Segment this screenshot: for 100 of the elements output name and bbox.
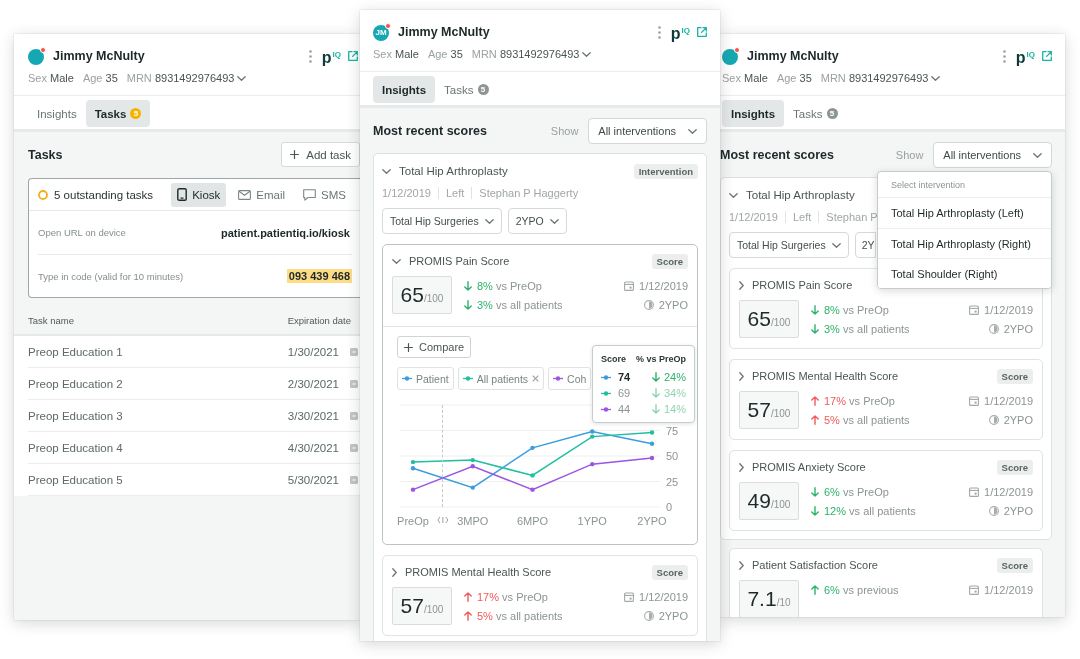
square-icon[interactable] [350,443,358,452]
chevron-down-icon[interactable] [237,75,247,81]
legend-chip[interactable]: Patient [397,367,454,390]
plus-icon [290,150,300,159]
table-cell: Preop Education 3 [28,409,123,422]
square-icon[interactable] [350,347,358,356]
chevron-down-icon[interactable] [729,192,738,198]
axis-label: 50 [666,450,679,462]
patient-name: Jimmy McNulty [747,49,839,63]
tab[interactable]: Insights [28,100,86,127]
menu-item[interactable]: Total Shoulder (Right) [878,258,1051,288]
logo: p$^{IQ}$ [1015,47,1035,66]
square-icon[interactable] [350,379,358,388]
chevron-right-icon[interactable] [739,280,744,290]
chevron-down-icon[interactable] [582,51,592,57]
intervention-select[interactable]: All interventions [588,118,707,144]
square-icon[interactable] [350,475,358,484]
chevron-down-icon[interactable] [392,258,401,264]
add-task-button[interactable]: Add task [281,142,360,167]
column-header: Expiration date [287,315,351,326]
compare-button[interactable]: Compare [397,336,472,358]
calendar-icon [624,592,635,602]
chevron-down-icon[interactable] [382,168,391,174]
column-header: Task name [28,315,74,326]
table-row[interactable]: Preop Education 2 2/30/2021 [14,368,360,400]
chevron-down-icon [831,242,841,248]
filter-select[interactable]: 2YPO [507,208,567,234]
patient-info: Sex Male [373,48,419,60]
score-title: PROMIS Mental Health Score [752,370,899,382]
more-options-icon[interactable] [308,49,312,63]
score-value: 65 [747,308,771,330]
patient-info: MRN 8931492976493 [471,48,580,60]
more-options-icon[interactable] [657,25,661,39]
external-link-icon[interactable] [1042,51,1052,61]
score-tag: Score [651,253,688,269]
chevron-right-icon[interactable] [739,462,744,472]
handle-icon[interactable] [437,516,449,524]
table-row[interactable]: Preop Education 4 4/30/2021 [14,432,360,464]
table-row[interactable]: Preop Education 1 1/30/2021 [14,336,360,368]
score-scale: /100 [423,293,444,304]
square-icon[interactable] [350,411,358,420]
logo: p$^{IQ}$ [670,23,690,42]
table-cell: Preop Education 5 [28,473,123,486]
tooltip-change: 34% [663,387,686,399]
table-cell: 4/30/2021 [287,441,339,454]
calendar-icon [969,585,980,595]
more-options-icon[interactable] [1002,49,1006,63]
external-link-icon[interactable] [348,51,358,61]
tab[interactable]: Tasks 5 [784,100,847,127]
score-date: 1/12/2019 [984,304,1033,316]
data-point [649,455,655,461]
close-icon[interactable] [532,375,540,382]
tooltip-value: 44 [618,403,631,415]
legend-chip[interactable]: All patients [457,367,545,390]
table-row[interactable]: Preop Education 3 3/30/2021 [14,400,360,432]
external-link-icon[interactable] [697,27,707,37]
half-circle-icon [988,324,999,334]
score-date: 1/12/2019 [639,280,688,292]
axis-label: 0 [666,501,673,513]
filter-select[interactable]: Total Hip Surgeries [729,232,849,258]
menu-item[interactable]: Total Hip Arthroplasty (Right) [878,228,1051,258]
filter-select[interactable]: 2Y [854,232,876,258]
menu-item[interactable]: Total Hip Arthroplasty (Left) [878,198,1051,228]
chevron-down-icon[interactable] [931,75,941,81]
chevron-right-icon[interactable] [739,560,744,570]
channel-button[interactable]: SMS [297,182,352,207]
tooltip-change: 14% [663,403,686,415]
filter-select[interactable]: Total Hip Surgeries [382,208,502,234]
score-change: 5% vs all patients [824,414,910,426]
tooltip-header: Score [601,354,626,364]
intervention-title: Total Hip Arthroplasty [399,165,508,177]
legend-chip[interactable]: Coh [548,367,592,390]
chevron-right-icon[interactable] [739,371,744,381]
channel-button[interactable]: Kiosk [171,182,227,207]
channel-button[interactable]: Email [232,182,292,207]
score-scale: /10 [776,597,791,608]
table-cell: Preop Education 4 [28,441,123,454]
table-row[interactable]: Preop Education 5 5/30/2021 [14,464,360,496]
score-change: 6% vs previous [824,584,899,596]
score-timepoint: 2YPO [658,610,688,622]
tab[interactable]: Tasks 5 [435,76,498,103]
tab[interactable]: Insights [373,76,436,103]
score-title: Patient Satisfaction Score [752,559,878,571]
score-tag: Score [996,368,1033,384]
intervention-select[interactable]: All interventions [933,142,1052,168]
avatar: JM [373,25,389,41]
status-text: 5 outstanding tasks [54,188,154,201]
chevron-right-icon[interactable] [392,567,397,577]
score-title: PROMIS Mental Health Score [405,566,552,578]
tab[interactable]: Tasks 5 [85,100,151,127]
ring-icon [38,189,48,200]
mail-icon [238,189,252,200]
data-point [649,441,655,446]
tab[interactable]: Insights [722,100,785,127]
half-circle-icon [643,611,654,621]
score-change: 17% vs PreOp [477,591,548,603]
score-change: 3% vs all patients [477,299,563,311]
patient-info: Sex Male [722,72,768,84]
score-change: 12% vs all patients [824,505,916,517]
calendar-icon [969,396,980,406]
